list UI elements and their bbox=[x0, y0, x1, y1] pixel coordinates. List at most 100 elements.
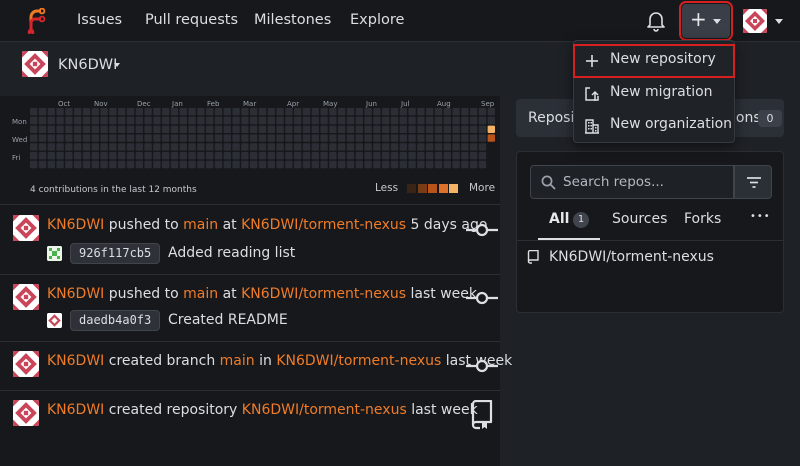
divider bbox=[0, 390, 500, 391]
feed-branch-link[interactable]: main bbox=[183, 217, 218, 233]
heatmap-cell bbox=[408, 116, 416, 125]
heatmap-cell bbox=[364, 152, 372, 160]
heatmap-cell bbox=[443, 125, 451, 133]
heatmap-cell bbox=[170, 152, 179, 160]
heatmap-cell bbox=[206, 116, 214, 125]
commit-sha-link[interactable]: 926f117cb5 bbox=[70, 243, 161, 264]
user-avatar[interactable] bbox=[743, 9, 767, 33]
heatmap-cell bbox=[126, 134, 135, 142]
heatmap-cell bbox=[197, 152, 205, 160]
menu-item-new-migration[interactable]: New migration bbox=[574, 78, 734, 110]
heatmap-cell bbox=[47, 134, 55, 142]
heatmap-cell bbox=[56, 134, 64, 142]
heatmap-cell bbox=[74, 143, 82, 151]
heatmap-cell bbox=[56, 143, 64, 151]
feed-repo-link[interactable]: KN6DWI/torment-nexus bbox=[276, 353, 441, 369]
feed-branch-link[interactable]: main bbox=[220, 353, 255, 369]
heatmap-cell bbox=[135, 108, 143, 116]
nav-explore[interactable]: Explore bbox=[350, 12, 404, 28]
menu-item-new-repository[interactable]: New repository bbox=[573, 44, 735, 78]
notification-bell-icon[interactable] bbox=[646, 10, 666, 32]
feed-item-text: KN6DWI pushed to main at KN6DWI/torment-… bbox=[47, 217, 487, 233]
heatmap-cell bbox=[258, 134, 267, 142]
heatmap-cell bbox=[100, 116, 108, 125]
heatmap-cell bbox=[478, 108, 487, 116]
heatmap-cell bbox=[382, 160, 390, 169]
more-options-icon[interactable]: ••• bbox=[750, 211, 771, 222]
heatmap-cell bbox=[382, 143, 390, 151]
user-menu-chevron-icon[interactable] bbox=[775, 19, 783, 24]
repo-filter-button[interactable] bbox=[734, 165, 772, 199]
heatmap-cell bbox=[109, 125, 117, 133]
heatmap-cell bbox=[399, 160, 407, 169]
feed-avatar[interactable] bbox=[13, 351, 39, 377]
heatmap-cell bbox=[294, 143, 302, 151]
heatmap-cell bbox=[65, 108, 73, 116]
create-new-button[interactable]: + bbox=[679, 1, 733, 41]
context-avatar[interactable] bbox=[22, 51, 48, 77]
feed-user-link[interactable]: KN6DWI bbox=[47, 286, 104, 302]
divider bbox=[0, 274, 500, 275]
filter-icon bbox=[747, 177, 761, 188]
feed-repo-link[interactable]: KN6DWI/torment-nexus bbox=[242, 402, 407, 418]
heatmap-cell bbox=[188, 143, 196, 151]
heatmap-cell bbox=[443, 134, 451, 142]
heatmap-cell bbox=[478, 134, 487, 142]
heatmap-cell bbox=[82, 143, 91, 151]
menu-item-new-organization[interactable]: New organization bbox=[574, 110, 734, 142]
heatmap-cell bbox=[109, 108, 117, 116]
heatmap-cell bbox=[329, 125, 337, 133]
feed-avatar[interactable] bbox=[13, 400, 39, 426]
feed-avatar[interactable] bbox=[13, 284, 39, 310]
filter-tab-sources[interactable]: Sources bbox=[612, 211, 667, 227]
feed-branch-link[interactable]: main bbox=[183, 286, 218, 302]
feed-user-link[interactable]: KN6DWI bbox=[47, 217, 104, 233]
forgejo-logo[interactable] bbox=[26, 8, 46, 34]
context-chevron-icon[interactable] bbox=[114, 63, 120, 67]
heatmap-cell bbox=[38, 108, 47, 116]
heatmap-cell bbox=[179, 160, 187, 169]
heatmap-cell bbox=[302, 143, 311, 151]
nav-pull-requests[interactable]: Pull requests bbox=[145, 12, 238, 28]
feed-repo-link[interactable]: KN6DWI/torment-nexus bbox=[241, 217, 406, 233]
feed-user-link[interactable]: KN6DWI bbox=[47, 353, 104, 369]
heatmap-cell bbox=[267, 125, 275, 133]
heatmap-cell bbox=[294, 152, 302, 160]
heatmap-cell bbox=[30, 116, 38, 125]
repo-list-item[interactable]: KN6DWI/torment-nexus bbox=[549, 249, 714, 265]
heatmap-cell bbox=[223, 125, 231, 133]
heatmap-cell bbox=[153, 125, 161, 133]
heatmap-cell bbox=[162, 125, 170, 133]
feed-repo-link[interactable]: KN6DWI/torment-nexus bbox=[241, 286, 406, 302]
heatmap-cell bbox=[170, 116, 179, 125]
context-switcher-username[interactable]: KN6DWI bbox=[58, 57, 117, 73]
tab-organizations[interactable]: ions bbox=[732, 110, 761, 126]
heatmap-cell bbox=[478, 152, 487, 160]
feed-user-link[interactable]: KN6DWI bbox=[47, 402, 104, 418]
heatmap-cell bbox=[452, 125, 460, 133]
heatmap-cell bbox=[82, 160, 91, 169]
heatmap-cell bbox=[355, 134, 363, 142]
feed-action: pushed to bbox=[108, 217, 179, 233]
heatmap-cell bbox=[478, 160, 487, 169]
filter-tab-forks[interactable]: Forks bbox=[684, 211, 721, 227]
heatmap-cell bbox=[241, 152, 249, 160]
filter-tab-all[interactable]: All bbox=[549, 211, 569, 227]
heatmap-cell bbox=[223, 143, 231, 151]
heatmap-cell bbox=[426, 143, 434, 151]
repo-search-input[interactable]: Search repos... bbox=[530, 165, 734, 199]
heatmap-cell bbox=[74, 125, 82, 133]
nav-issues[interactable]: Issues bbox=[77, 12, 122, 28]
heatmap-cell bbox=[47, 152, 55, 160]
heatmap-cell bbox=[487, 125, 495, 133]
commit-sha-link[interactable]: daedb4a0f3 bbox=[70, 310, 161, 331]
heatmap-cell bbox=[408, 160, 416, 169]
nav-milestones[interactable]: Milestones bbox=[254, 12, 331, 28]
heatmap-cell bbox=[426, 160, 434, 169]
heatmap-cell bbox=[153, 143, 161, 151]
feed-avatar[interactable] bbox=[13, 215, 39, 241]
heatmap-cell bbox=[126, 108, 135, 116]
heatmap-cell bbox=[223, 108, 231, 116]
heatmap-cell bbox=[346, 152, 355, 160]
heatmap-cell bbox=[285, 152, 293, 160]
